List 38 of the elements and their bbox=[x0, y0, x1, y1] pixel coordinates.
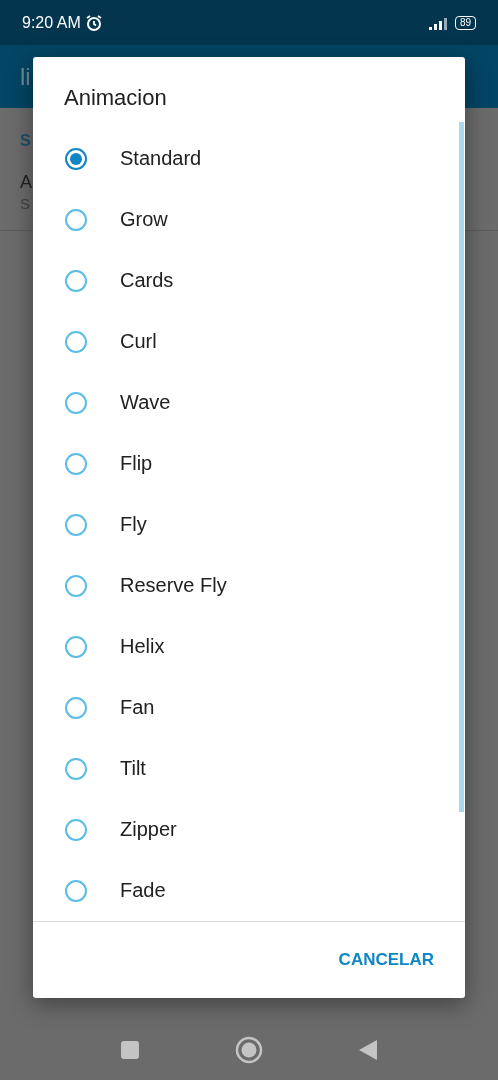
radio-button[interactable] bbox=[65, 330, 87, 353]
option-label[interactable]: Cards bbox=[120, 269, 174, 292]
section-header: S bbox=[20, 132, 31, 150]
option-label[interactable]: Reserve Fly bbox=[120, 574, 227, 597]
radio-button[interactable] bbox=[65, 696, 87, 719]
option-label[interactable]: Fade bbox=[120, 879, 166, 902]
back-icon[interactable] bbox=[358, 1039, 378, 1061]
radio-button[interactable] bbox=[65, 208, 87, 231]
option-label[interactable]: Grow bbox=[120, 208, 168, 231]
setting-title: A bbox=[20, 172, 32, 193]
radio-button[interactable] bbox=[65, 574, 87, 597]
option-label[interactable]: Helix bbox=[120, 635, 165, 658]
alarm-icon bbox=[84, 13, 103, 32]
radio-button[interactable] bbox=[65, 391, 87, 414]
radio-button[interactable] bbox=[65, 147, 87, 170]
radio-button[interactable] bbox=[65, 879, 87, 902]
option-label[interactable]: Flip bbox=[120, 452, 153, 475]
option-label[interactable]: Curl bbox=[120, 330, 157, 353]
option-label[interactable]: Wave bbox=[120, 391, 171, 414]
scrollbar[interactable] bbox=[459, 122, 464, 812]
status-time: 9:20 AM bbox=[22, 13, 81, 32]
home-icon[interactable] bbox=[235, 1036, 263, 1064]
square-icon[interactable] bbox=[120, 1040, 140, 1060]
radio-button[interactable] bbox=[65, 635, 87, 658]
option-label[interactable]: Zipper bbox=[120, 818, 177, 841]
radio-button[interactable] bbox=[65, 513, 87, 536]
dialog-title: Animacion bbox=[63, 84, 168, 112]
option-label[interactable]: Fly bbox=[120, 513, 147, 536]
cancel-button[interactable]: CANCELAR bbox=[338, 944, 434, 976]
option-label[interactable]: Tilt bbox=[120, 757, 146, 780]
app-title: li bbox=[20, 62, 31, 91]
radio-button[interactable] bbox=[65, 757, 87, 780]
radio-button[interactable] bbox=[65, 818, 87, 841]
radio-button[interactable] bbox=[65, 452, 87, 475]
option-label[interactable]: Standard bbox=[120, 147, 202, 170]
battery-level: 89 bbox=[454, 15, 476, 30]
option-label[interactable]: Fan bbox=[120, 696, 155, 719]
radio-button[interactable] bbox=[65, 269, 87, 292]
